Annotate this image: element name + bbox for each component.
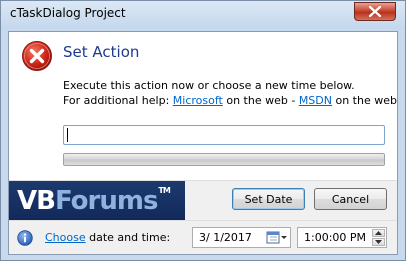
help-text: For additional help: Microsoft on the we… xyxy=(63,94,397,107)
set-date-button[interactable]: Set Date xyxy=(232,188,305,210)
content-text: Execute this action now or choose a new … xyxy=(63,79,355,92)
vbforums-logo: VBForumsTM xyxy=(9,181,185,221)
calendar-dropdown-button[interactable] xyxy=(266,230,288,245)
info-icon xyxy=(17,230,33,246)
button-area: VBForumsTM Set Date Cancel xyxy=(9,180,397,221)
spin-up-button[interactable] xyxy=(372,229,385,237)
help-prefix: For additional help: xyxy=(63,94,173,107)
msdn-link[interactable]: MSDN xyxy=(299,94,332,107)
text-caret xyxy=(67,128,68,142)
chevron-down-icon xyxy=(375,240,382,244)
cancel-button[interactable]: Cancel xyxy=(314,188,387,210)
footer-label: date and time: xyxy=(85,231,171,244)
time-value: 1:00:00 PM xyxy=(304,231,367,244)
time-spinner[interactable] xyxy=(372,229,385,246)
calendar-dropdown-icon xyxy=(266,231,287,244)
error-icon xyxy=(22,41,52,71)
chevron-up-icon xyxy=(375,231,382,235)
microsoft-link[interactable]: Microsoft xyxy=(173,94,223,107)
dialog-window: cTaskDialog Project Set Action Execute t… xyxy=(0,0,406,261)
main-instruction-area: Set Action Execute this action now or ch… xyxy=(9,32,397,180)
action-input[interactable] xyxy=(63,125,385,145)
dialog-client-area: Set Action Execute this action now or ch… xyxy=(8,31,398,255)
window-title: cTaskDialog Project xyxy=(10,6,126,20)
main-instruction-heading: Set Action xyxy=(63,43,140,61)
spin-down-button[interactable] xyxy=(372,238,385,246)
footer-area: Choose date and time: 3/ 1/2017 1:00:00 … xyxy=(9,220,397,254)
progress-bar xyxy=(63,153,385,166)
time-picker[interactable]: 1:00:00 PM xyxy=(297,227,387,248)
help-suffix: on the web xyxy=(331,94,397,107)
logo-text: VBForumsTM xyxy=(17,186,171,216)
choose-link[interactable]: Choose xyxy=(45,231,86,244)
date-value: 3/ 1/2017 xyxy=(199,231,252,244)
help-middle: on the web - xyxy=(222,94,299,107)
close-icon xyxy=(369,6,381,17)
date-picker[interactable]: 3/ 1/2017 xyxy=(192,227,291,248)
title-bar[interactable]: cTaskDialog Project xyxy=(1,1,405,29)
close-button[interactable] xyxy=(354,2,396,21)
footer-text: Choose date and time: xyxy=(45,231,170,244)
